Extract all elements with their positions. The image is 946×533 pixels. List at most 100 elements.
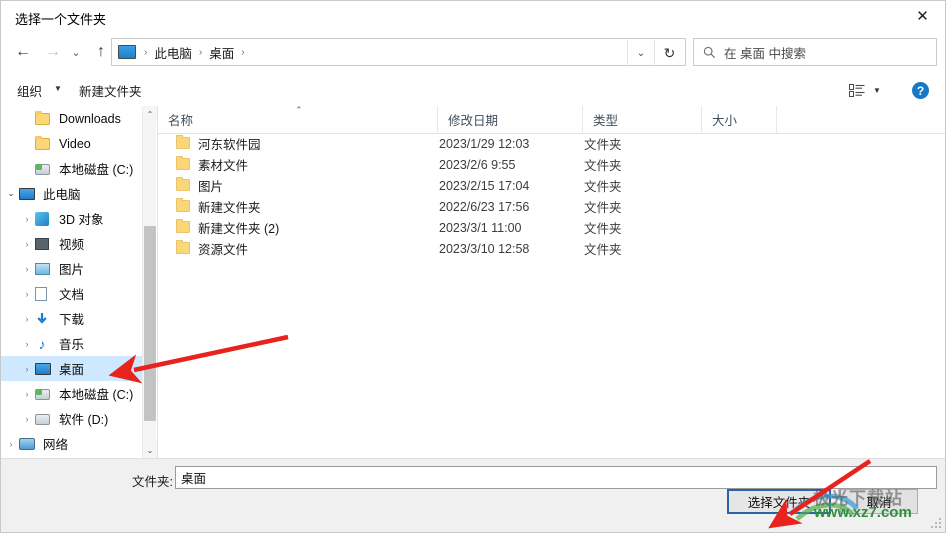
- sidebar-scrollbar[interactable]: ⌃ ⌄: [142, 106, 157, 458]
- dialog-title: 选择一个文件夹: [15, 12, 107, 27]
- file-row[interactable]: 图片 2023/2/15 17:04 文件夹: [158, 175, 945, 196]
- tree-item-label: 3D 对象: [59, 213, 104, 227]
- navigation-bar: ← → ⌄ ↑ › 此电脑 › 桌面 › ⌄ ↻ 在 桌面 中搜索: [1, 32, 945, 73]
- file-type: 文件夹: [584, 159, 622, 173]
- tree-item-3[interactable]: ⌄ 此电脑: [1, 181, 156, 206]
- tree-item-label: 图片: [59, 263, 85, 277]
- resize-grip-icon[interactable]: [931, 518, 942, 529]
- file-name: 河东软件园: [198, 138, 261, 152]
- file-row[interactable]: 新建文件夹 (2) 2023/3/1 11:00 文件夹: [158, 217, 945, 238]
- tree-expand-icon[interactable]: ›: [19, 289, 35, 299]
- tree-expand-icon[interactable]: ›: [19, 264, 35, 274]
- tree-expand-icon[interactable]: ›: [19, 414, 35, 424]
- refresh-icon[interactable]: ↻: [654, 40, 684, 66]
- file-rows: 河东软件园 2023/1/29 12:03 文件夹 素材文件 2023/2/6 9:55…: [158, 133, 945, 259]
- tree-item-2[interactable]: 本地磁盘 (C:): [1, 156, 156, 181]
- tree-item-label: 文档: [59, 288, 85, 302]
- column-header-2[interactable]: 类型: [583, 106, 702, 133]
- column-header-3[interactable]: 大小: [702, 106, 777, 133]
- folder-name-input[interactable]: 桌面: [175, 466, 937, 489]
- file-row[interactable]: 河东软件园 2023/1/29 12:03 文件夹: [158, 133, 945, 154]
- tree-expand-icon[interactable]: ›: [19, 339, 35, 349]
- breadcrumb-separator: ›: [144, 46, 148, 58]
- tree-item-label: 此电脑: [43, 188, 81, 202]
- scroll-down-icon[interactable]: ⌄: [143, 442, 157, 458]
- music-icon: ♪: [38, 335, 46, 352]
- tree-item-8[interactable]: › 下载: [1, 306, 156, 331]
- tree-item-11[interactable]: › 本地磁盘 (C:): [1, 381, 156, 406]
- tree-item-label: 桌面: [59, 363, 85, 377]
- desktop-icon: [35, 361, 53, 377]
- breadcrumb-item-desktop[interactable]: 桌面: [207, 43, 236, 62]
- cancel-button[interactable]: 取消: [840, 489, 918, 514]
- folder-icon: [176, 156, 190, 170]
- document-icon: [35, 286, 53, 302]
- organize-button[interactable]: 组织: [17, 81, 42, 100]
- drive-icon: [35, 411, 53, 427]
- folder-icon: [176, 198, 190, 212]
- file-list-pane: ⌃ 名称 修改日期 类型 大小 河东软件园 2023/1/29 12:03 文件夹 素材文件…: [157, 106, 945, 458]
- sidebar-scrollbar-thumb[interactable]: [144, 226, 156, 421]
- column-header-1[interactable]: 修改日期: [438, 106, 583, 133]
- view-mode-chevron-icon[interactable]: ▼: [873, 86, 881, 95]
- tree-item-13[interactable]: › 网络: [1, 431, 156, 456]
- tree-item-6[interactable]: › 图片: [1, 256, 156, 281]
- navigation-tree: Downloads Video 本地磁盘 (C:) ⌄ 此电脑 › 3D 对象 › 视频 › 图片 ›…: [1, 106, 156, 458]
- forward-icon[interactable]: →: [39, 38, 67, 66]
- tree-expand-icon[interactable]: ›: [19, 314, 35, 324]
- search-input[interactable]: 在 桌面 中搜索: [724, 43, 806, 62]
- tree-expand-icon[interactable]: ›: [19, 214, 35, 224]
- tree-item-label: 下载: [59, 313, 85, 327]
- organize-caret-icon[interactable]: ▼: [54, 84, 62, 93]
- tree-item-0[interactable]: Downloads: [1, 106, 156, 131]
- tree-expand-icon[interactable]: ›: [19, 239, 35, 249]
- tree-expand-icon[interactable]: ›: [19, 389, 35, 399]
- tree-item-12[interactable]: › 软件 (D:): [1, 406, 156, 431]
- tree-item-4[interactable]: › 3D 对象: [1, 206, 156, 231]
- close-icon[interactable]: ✕: [900, 1, 945, 32]
- file-date: 2023/1/29 12:03: [439, 136, 530, 151]
- file-row[interactable]: 资源文件 2023/3/10 12:58 文件夹: [158, 238, 945, 259]
- file-row[interactable]: 素材文件 2023/2/6 9:55 文件夹: [158, 154, 945, 175]
- file-name: 新建文件夹 (2): [198, 222, 280, 236]
- file-row[interactable]: 新建文件夹 2022/6/23 17:56 文件夹: [158, 196, 945, 217]
- help-icon[interactable]: ?: [912, 82, 929, 99]
- file-type: 文件夹: [584, 138, 622, 152]
- tree-expand-icon[interactable]: ›: [3, 439, 19, 449]
- tree-item-7[interactable]: › 文档: [1, 281, 156, 306]
- tree-item-1[interactable]: Video: [1, 131, 156, 156]
- tree-expand-open-icon[interactable]: ⌄: [3, 188, 19, 199]
- search-box[interactable]: 在 桌面 中搜索: [693, 38, 937, 66]
- tree-item-label: 软件 (D:): [59, 413, 109, 427]
- file-date: 2023/3/1 11:00: [439, 220, 522, 235]
- breadcrumb-separator: ›: [241, 46, 245, 58]
- address-dropdown-chevron-icon[interactable]: ⌄: [627, 40, 654, 66]
- drive-sys-icon: [35, 386, 53, 402]
- tree-item-9[interactable]: › ♪ 音乐: [1, 331, 156, 356]
- 3d-object-icon: [35, 211, 53, 227]
- address-bar[interactable]: › 此电脑 › 桌面 › ⌄ ↻: [111, 38, 686, 66]
- file-date: 2023/2/15 17:04: [439, 178, 530, 193]
- picture-icon: [35, 261, 53, 277]
- title-bar: 选择一个文件夹 ✕: [1, 1, 945, 32]
- tree-item-5[interactable]: › 视频: [1, 231, 156, 256]
- tree-item-10[interactable]: › 桌面: [1, 356, 156, 381]
- breadcrumb-item-this-pc[interactable]: 此电脑: [152, 43, 194, 62]
- new-folder-button[interactable]: 新建文件夹: [79, 81, 142, 100]
- tree-expand-icon[interactable]: ›: [19, 364, 35, 374]
- folder-icon: [176, 240, 190, 254]
- file-name: 资源文件: [198, 243, 249, 257]
- search-icon: [703, 46, 716, 58]
- file-date: 2022/6/23 17:56: [439, 199, 530, 214]
- scroll-up-icon[interactable]: ⌃: [143, 106, 157, 122]
- column-header-0[interactable]: 名称: [158, 106, 438, 133]
- select-folder-button[interactable]: 选择文件夹: [727, 489, 831, 514]
- back-icon[interactable]: ←: [9, 38, 37, 66]
- drive-sys-icon: [35, 161, 53, 177]
- command-bar: 组织 ▼ 新建文件夹 ▼ ?: [1, 73, 945, 107]
- view-mode-icon[interactable]: [849, 84, 865, 97]
- file-type: 文件夹: [584, 243, 622, 257]
- recent-locations-chevron-icon[interactable]: ⌄: [67, 38, 85, 66]
- monitor-icon: [19, 186, 37, 202]
- file-type: 文件夹: [584, 222, 622, 236]
